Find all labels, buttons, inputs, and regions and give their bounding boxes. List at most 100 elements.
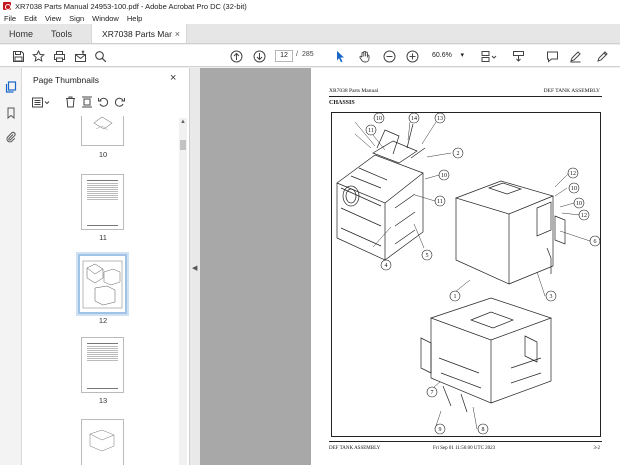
thumbnail-text-line [87, 195, 118, 196]
menu-edit[interactable]: Edit [20, 14, 41, 23]
thumbnail-text-line [87, 343, 118, 344]
thumbnail-tools [30, 95, 180, 109]
thumbnail-text-line [87, 388, 118, 389]
previous-page-button[interactable] [228, 48, 244, 64]
page-footer-section: DEF TANK ASSEMBLY [329, 446, 381, 451]
rotate-counterclockwise-button[interactable] [97, 95, 109, 109]
bookmark-star-button[interactable] [30, 48, 46, 64]
thumbnail-label: 10 [98, 150, 108, 159]
thumbnail-text-line [87, 360, 118, 361]
scroll-mode-button[interactable] [510, 48, 526, 64]
bookmarks-button[interactable] [5, 106, 17, 120]
comment-icon [546, 51, 558, 63]
rotate-left-icon [98, 97, 109, 107]
menu-sign[interactable]: Sign [65, 14, 88, 23]
scroll-up-arrow-icon[interactable]: ▲ [179, 118, 187, 126]
thumbnail-page[interactable] [81, 337, 124, 393]
paperclip-icon [6, 131, 16, 143]
print-icon [53, 50, 65, 62]
thumbnail-text-line [87, 354, 118, 355]
menu-view[interactable]: View [41, 14, 65, 23]
save-icon [12, 50, 24, 62]
title-bar: XR7038 Parts Manual 24953-100.pdf - Adob… [0, 0, 620, 12]
thumbnail-drawing [93, 116, 113, 131]
thumbnail-label: 13 [98, 396, 108, 405]
callout-number: 13 [437, 116, 443, 122]
panel-close-icon[interactable]: × [170, 72, 176, 84]
tab-close-icon[interactable]: × [175, 29, 180, 39]
tab-document[interactable]: XR7038 Parts Man... × [91, 24, 188, 43]
pencil-icon [596, 50, 608, 62]
callout-number: 2 [457, 151, 460, 157]
thumbnail-text-line [87, 191, 118, 192]
collapse-arrow-icon: ◀ [192, 265, 198, 272]
footer-rule [329, 441, 602, 442]
thumbnail-scrollbar[interactable]: ▲ [179, 118, 187, 465]
insert-pages-button[interactable] [81, 95, 93, 109]
page-thumbnails-panel: Page Thumbnails × 10 11 12 13 ▲ [22, 68, 190, 465]
zoom-level-value: 60.6% [432, 52, 452, 59]
thumbnail-text-line [87, 183, 118, 184]
arrow-up-circle-icon [230, 50, 242, 62]
scrollbar-thumb[interactable] [180, 140, 186, 150]
cursor-arrow-icon [337, 50, 344, 62]
callout-number: 10 [571, 186, 577, 192]
thumbnail-text-line [87, 358, 118, 359]
thumbnail-text-line [87, 356, 118, 357]
find-text-button[interactable] [92, 48, 108, 64]
tab-tools[interactable]: Tools [42, 24, 81, 43]
menu-window[interactable]: Window [88, 14, 123, 23]
delete-pages-button[interactable] [65, 95, 76, 109]
print-button[interactable] [51, 48, 67, 64]
panel-title: Page Thumbnails [33, 75, 99, 85]
insert-page-icon [82, 96, 92, 108]
panel-collapse-handle[interactable]: ◀ [190, 68, 200, 465]
thumbnail-page[interactable] [81, 419, 124, 465]
zoom-in-button[interactable] [404, 48, 420, 64]
thumbnail-options-button[interactable] [32, 95, 50, 109]
rotate-clockwise-button[interactable] [114, 95, 126, 109]
callout-number: 5 [426, 253, 429, 259]
page-layout-icon [481, 50, 496, 62]
select-tool-button[interactable] [334, 48, 348, 64]
attachments-button[interactable] [5, 130, 17, 143]
window-title: XR7038 Parts Manual 24953-100.pdf - Adob… [15, 1, 247, 11]
bookmark-icon [7, 107, 15, 120]
callout-number: 4 [385, 263, 388, 269]
thumbnail-list[interactable]: 10 11 12 13 [22, 116, 182, 465]
callout-number: 9 [439, 427, 442, 433]
left-navigation-rail [0, 68, 22, 465]
save-button[interactable] [10, 48, 26, 64]
draw-tool-button[interactable] [594, 48, 610, 64]
thumbnail-text-line [87, 187, 118, 188]
tab-home[interactable]: Home [0, 24, 42, 43]
pdf-page: XR7038 Parts Manual DEF TANK ASSEMBLY CH… [311, 68, 620, 465]
upload-mail-button[interactable] [72, 48, 88, 64]
callout-number: 11 [368, 128, 374, 134]
thumbnail-text-line [87, 225, 118, 226]
comment-button[interactable] [544, 48, 560, 64]
star-icon [31, 49, 45, 62]
pen-icon [569, 50, 581, 62]
menu-help[interactable]: Help [123, 14, 146, 23]
total-pages: 285 [302, 51, 314, 58]
next-page-button[interactable] [251, 48, 267, 64]
acrobat-window: XR7038 Parts Manual 24953-100.pdf - Adob… [0, 0, 620, 465]
thumbnail-label: 12 [98, 316, 108, 325]
zoom-out-button[interactable] [381, 48, 397, 64]
callout-number: 10 [441, 173, 447, 179]
current-page-input[interactable]: 12 [275, 50, 293, 62]
thumbnail-page[interactable] [81, 174, 124, 230]
page-display-button[interactable] [478, 48, 498, 64]
zoom-level-dropdown[interactable]: 60.6% ▾ [430, 50, 466, 62]
document-view[interactable]: XR7038 Parts Manual DEF TANK ASSEMBLY CH… [200, 68, 620, 465]
menu-file[interactable]: File [0, 14, 20, 23]
highlight-pen-button[interactable] [567, 48, 583, 64]
thumbnail-page-selected[interactable] [78, 254, 127, 314]
page-thumbnails-button[interactable] [5, 80, 17, 93]
thumbnail-text-line [87, 346, 118, 347]
minus-circle-icon [383, 50, 395, 62]
callout-number: 10 [376, 116, 382, 122]
thumbnail-page[interactable] [81, 116, 124, 146]
hand-tool-button[interactable] [356, 48, 372, 64]
